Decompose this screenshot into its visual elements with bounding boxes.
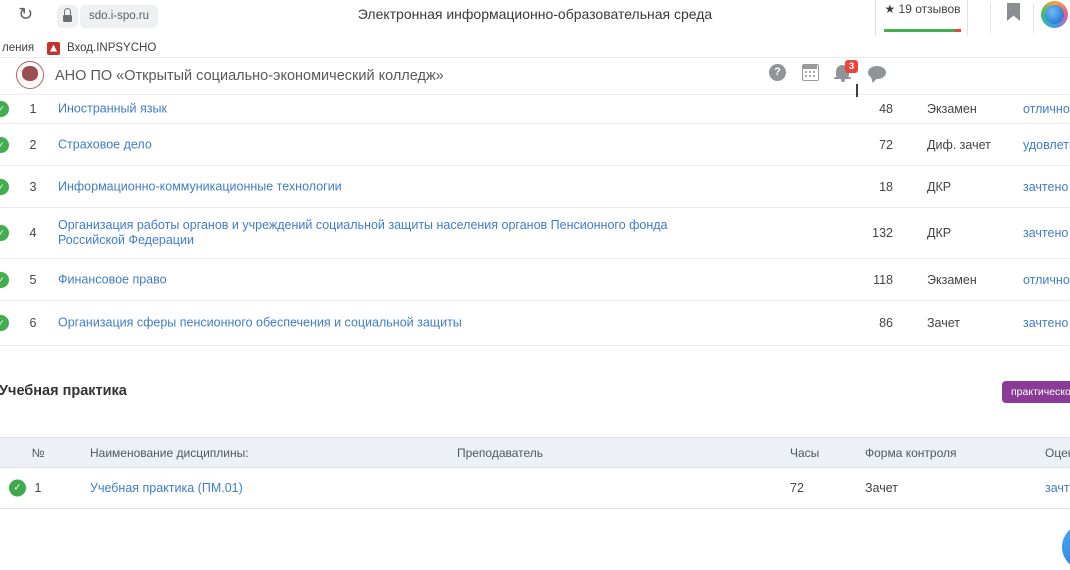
browser-toolbar: ↻ sdo.i-spo.ru Электронная информационно…: [0, 0, 1070, 42]
column-header-teacher: Преподаватель: [430, 446, 570, 460]
control-form-cell: Экзамен: [927, 102, 977, 116]
control-form-cell: Экзамен: [927, 273, 977, 287]
status-check-icon: ✓: [0, 272, 9, 288]
column-header-name: Наименование дисциплины:: [90, 446, 249, 460]
grade-link[interactable]: зачтено: [1023, 180, 1068, 194]
control-form-cell: Зачет: [865, 481, 898, 495]
bookmark-icon[interactable]: [1007, 3, 1020, 21]
bookmarks-bar: ления Вход.INPSYCHO: [0, 42, 1070, 58]
table-row: ✓ 2 Страховое дело 72 Диф. зачет удовлет…: [0, 124, 1070, 166]
discipline-link[interactable]: Учебная практика (ПМ.01): [90, 481, 243, 495]
calendar-icon-grid: [804, 70, 816, 78]
table-row: ✓ 6 Организация сферы пенсионного обеспе…: [0, 301, 1070, 346]
lock-icon[interactable]: [57, 5, 78, 28]
table-row: ✓ 1 Иностранный язык 48 Экзамен отлично: [0, 95, 1070, 124]
column-header-hours: Часы: [790, 446, 819, 460]
help-icon[interactable]: ?: [769, 64, 786, 81]
grade-link[interactable]: зачтено: [1023, 226, 1068, 240]
hours-cell: 86: [845, 316, 893, 330]
bell-icon-clapper: [841, 79, 845, 82]
grade-link[interactable]: отлично: [1023, 102, 1070, 116]
reviews-label: ★ 19 отзывов: [876, 2, 969, 16]
profile-avatar[interactable]: [1041, 1, 1068, 28]
bookmark-item-vhod-inpsycho[interactable]: Вход.INPSYCHO: [67, 42, 156, 54]
table-row: ✓ 3 Информационно-коммуникационные техно…: [0, 166, 1070, 208]
hours-cell: 132: [845, 226, 893, 240]
college-logo-emblem: [22, 66, 38, 81]
toolbar-separator: [1033, 3, 1034, 33]
refresh-icon[interactable]: ↻: [18, 4, 33, 25]
column-header-num: №: [30, 446, 46, 460]
grade-link[interactable]: зачтено: [1045, 481, 1070, 495]
chat-widget-button[interactable]: [1062, 524, 1070, 570]
address-bar[interactable]: sdo.i-spo.ru: [80, 5, 158, 28]
control-form-cell: ДКР: [927, 180, 951, 194]
college-name: АНО ПО «Открытый социально-экономический…: [55, 68, 444, 84]
hours-cell: 48: [845, 102, 893, 116]
bookmark-favicon: [47, 42, 60, 55]
grade-link[interactable]: удовлетворительно: [1023, 138, 1070, 152]
row-number: 1: [24, 102, 42, 116]
notification-badge: 3: [845, 60, 858, 73]
hours-cell: 72: [845, 138, 893, 152]
status-check-icon: ✓: [0, 315, 9, 331]
site-header: АНО ПО «Открытый социально-экономический…: [0, 58, 1070, 95]
hours-cell: 18: [845, 180, 893, 194]
bookmark-item-partial[interactable]: ления: [2, 42, 34, 54]
chat-icon-tail: [871, 77, 878, 83]
practice-type-badge: практическое: [1002, 381, 1070, 403]
profile-avatar-inner: [1045, 5, 1064, 24]
discipline-link[interactable]: Страховое дело: [58, 137, 716, 152]
discipline-link[interactable]: Организация работы органов и учреждений …: [58, 218, 716, 248]
grade-link[interactable]: отлично: [1023, 273, 1070, 287]
table-row: ✓ 1 Учебная практика (ПМ.01) 72 Зачет за…: [0, 468, 1070, 509]
row-number: 3: [24, 180, 42, 194]
row-number: 5: [24, 273, 42, 287]
bookmark-favicon-glyph: [50, 45, 57, 52]
page-title: Электронная информационно-образовательна…: [285, 6, 785, 22]
status-check-icon: ✓: [0, 137, 9, 153]
toolbar-separator: [990, 3, 991, 33]
reviews-button[interactable]: ★ 19 отзывов: [875, 0, 968, 36]
control-form-cell: Диф. зачет: [927, 138, 991, 152]
column-header-control: Форма контроля: [865, 446, 957, 460]
row-number: 2: [24, 138, 42, 152]
lock-shackle: [64, 8, 71, 15]
row-number: 1: [30, 481, 46, 495]
table-row: ✓ 5 Финансовое право 118 Экзамен отлично: [0, 259, 1070, 301]
status-check-icon: ✓: [0, 179, 9, 195]
discipline-link[interactable]: Иностранный язык: [58, 102, 716, 117]
hours-cell: 72: [790, 481, 804, 495]
section-title-practice: Учебная практика: [0, 383, 127, 399]
reviews-rating-bar-red: [955, 29, 961, 32]
calendar-icon[interactable]: [802, 64, 819, 81]
discipline-link[interactable]: Финансовое право: [58, 272, 716, 287]
control-form-cell: Зачет: [927, 316, 960, 330]
table-row: ✓ 4 Организация работы органов и учрежде…: [0, 208, 1070, 259]
grade-link[interactable]: зачтено: [1023, 316, 1068, 330]
lock-body: [63, 15, 72, 22]
reviews-rating-bar-green: [884, 29, 955, 32]
calendar-icon-top: [803, 65, 817, 69]
discipline-link[interactable]: Информационно-коммуникационные технологи…: [58, 179, 716, 194]
status-check-icon: ✓: [0, 101, 9, 117]
hours-cell: 118: [845, 273, 893, 287]
row-number: 6: [24, 316, 42, 330]
practice-table-header: № Наименование дисциплины: Преподаватель…: [0, 437, 1070, 468]
control-form-cell: ДКР: [927, 226, 951, 240]
college-logo[interactable]: [16, 61, 44, 89]
status-check-icon: ✓: [9, 480, 26, 497]
status-check-icon: ✓: [0, 225, 9, 241]
row-number: 4: [24, 226, 42, 240]
column-header-grade: Оценка: [1045, 446, 1070, 460]
discipline-link[interactable]: Организация сферы пенсионного обеспечени…: [58, 316, 716, 331]
